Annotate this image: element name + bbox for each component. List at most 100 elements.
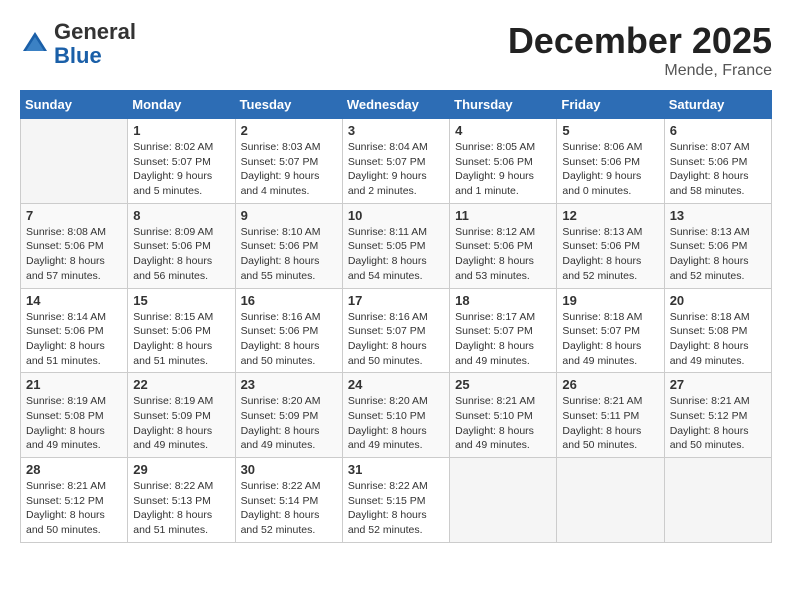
calendar-cell: 10 Sunrise: 8:11 AM Sunset: 5:05 PM Dayli… <box>342 203 449 288</box>
day-info: Sunrise: 8:03 AM Sunset: 5:07 PM Dayligh… <box>241 140 337 199</box>
calendar-cell: 7 Sunrise: 8:08 AM Sunset: 5:06 PM Daylig… <box>21 203 128 288</box>
day-info: Sunrise: 8:18 AM Sunset: 5:07 PM Dayligh… <box>562 310 658 369</box>
day-number: 19 <box>562 293 658 308</box>
logo-icon <box>20 29 50 59</box>
calendar-cell: 6Sunrise: 8:07 AM Sunset: 5:06 PM Daylig… <box>664 119 771 204</box>
day-info: Sunrise: 8:22 AM Sunset: 5:13 PM Dayligh… <box>133 479 229 538</box>
month-title: December 2025 <box>508 20 772 62</box>
day-number: 18 <box>455 293 551 308</box>
calendar-cell: 12 Sunrise: 8:13 AM Sunset: 5:06 PM Dayli… <box>557 203 664 288</box>
calendar-header-row: SundayMondayTuesdayWednesdayThursdayFrid… <box>21 91 772 119</box>
day-info: Sunrise: 8:13 AM Sunset: 5:06 PM Dayligh… <box>670 225 766 284</box>
col-header-saturday: Saturday <box>664 91 771 119</box>
day-info: Sunrise: 8:07 AM Sunset: 5:06 PM Dayligh… <box>670 140 766 199</box>
day-number: 9 <box>241 208 337 223</box>
day-info: Sunrise: 8:21 AM Sunset: 5:12 PM Dayligh… <box>26 479 122 538</box>
calendar-cell <box>21 119 128 204</box>
day-info: Sunrise: 8:11 AM Sunset: 5:05 PM Dayligh… <box>348 225 444 284</box>
day-number: 13 <box>670 208 766 223</box>
day-info: Sunrise: 8:19 AM Sunset: 5:08 PM Dayligh… <box>26 394 122 453</box>
calendar-week-5: 28Sunrise: 8:21 AM Sunset: 5:12 PM Dayli… <box>21 458 772 543</box>
calendar-cell: 16 Sunrise: 8:16 AM Sunset: 5:06 PM Dayli… <box>235 288 342 373</box>
calendar-cell: 13 Sunrise: 8:13 AM Sunset: 5:06 PM Dayli… <box>664 203 771 288</box>
calendar-week-4: 21 Sunrise: 8:19 AM Sunset: 5:08 PM Dayli… <box>21 373 772 458</box>
day-number: 5 <box>562 123 658 138</box>
day-number: 1 <box>133 123 229 138</box>
day-number: 7 <box>26 208 122 223</box>
calendar-cell: 3Sunrise: 8:04 AM Sunset: 5:07 PM Daylig… <box>342 119 449 204</box>
logo-general-text: General <box>54 19 136 44</box>
calendar-cell: 22Sunrise: 8:19 AM Sunset: 5:09 PM Dayli… <box>128 373 235 458</box>
day-info: Sunrise: 8:18 AM Sunset: 5:08 PM Dayligh… <box>670 310 766 369</box>
calendar-cell: 31 Sunrise: 8:22 AM Sunset: 5:15 PM Dayli… <box>342 458 449 543</box>
day-number: 16 <box>241 293 337 308</box>
day-number: 24 <box>348 377 444 392</box>
day-info: Sunrise: 8:08 AM Sunset: 5:06 PM Dayligh… <box>26 225 122 284</box>
day-number: 4 <box>455 123 551 138</box>
day-info: Sunrise: 8:10 AM Sunset: 5:06 PM Dayligh… <box>241 225 337 284</box>
calendar-cell: 24Sunrise: 8:20 AM Sunset: 5:10 PM Dayli… <box>342 373 449 458</box>
day-info: Sunrise: 8:05 AM Sunset: 5:06 PM Dayligh… <box>455 140 551 199</box>
calendar-cell: 18 Sunrise: 8:17 AM Sunset: 5:07 PM Dayli… <box>450 288 557 373</box>
day-number: 12 <box>562 208 658 223</box>
day-number: 26 <box>562 377 658 392</box>
calendar-cell: 27Sunrise: 8:21 AM Sunset: 5:12 PM Dayli… <box>664 373 771 458</box>
col-header-wednesday: Wednesday <box>342 91 449 119</box>
day-info: Sunrise: 8:13 AM Sunset: 5:06 PM Dayligh… <box>562 225 658 284</box>
day-number: 30 <box>241 462 337 477</box>
day-number: 31 <box>348 462 444 477</box>
day-info: Sunrise: 8:19 AM Sunset: 5:09 PM Dayligh… <box>133 394 229 453</box>
day-info: Sunrise: 8:06 AM Sunset: 5:06 PM Dayligh… <box>562 140 658 199</box>
day-number: 10 <box>348 208 444 223</box>
logo-blue-text: Blue <box>54 43 102 68</box>
calendar-cell: 14 Sunrise: 8:14 AM Sunset: 5:06 PM Dayli… <box>21 288 128 373</box>
day-number: 23 <box>241 377 337 392</box>
calendar-cell: 8Sunrise: 8:09 AM Sunset: 5:06 PM Daylig… <box>128 203 235 288</box>
calendar-week-3: 14 Sunrise: 8:14 AM Sunset: 5:06 PM Dayli… <box>21 288 772 373</box>
calendar-week-2: 7 Sunrise: 8:08 AM Sunset: 5:06 PM Daylig… <box>21 203 772 288</box>
col-header-tuesday: Tuesday <box>235 91 342 119</box>
calendar-cell <box>450 458 557 543</box>
day-info: Sunrise: 8:20 AM Sunset: 5:09 PM Dayligh… <box>241 394 337 453</box>
day-info: Sunrise: 8:16 AM Sunset: 5:07 PM Dayligh… <box>348 310 444 369</box>
day-info: Sunrise: 8:21 AM Sunset: 5:11 PM Dayligh… <box>562 394 658 453</box>
calendar-cell: 15Sunrise: 8:15 AM Sunset: 5:06 PM Dayli… <box>128 288 235 373</box>
calendar-cell: 17 Sunrise: 8:16 AM Sunset: 5:07 PM Dayli… <box>342 288 449 373</box>
day-info: Sunrise: 8:12 AM Sunset: 5:06 PM Dayligh… <box>455 225 551 284</box>
calendar-cell: 4 Sunrise: 8:05 AM Sunset: 5:06 PM Daylig… <box>450 119 557 204</box>
calendar-cell: 2 Sunrise: 8:03 AM Sunset: 5:07 PM Daylig… <box>235 119 342 204</box>
day-number: 21 <box>26 377 122 392</box>
day-number: 11 <box>455 208 551 223</box>
logo: General Blue <box>20 20 136 68</box>
calendar-cell: 1 Sunrise: 8:02 AM Sunset: 5:07 PM Daylig… <box>128 119 235 204</box>
calendar-cell: 25Sunrise: 8:21 AM Sunset: 5:10 PM Dayli… <box>450 373 557 458</box>
day-info: Sunrise: 8:14 AM Sunset: 5:06 PM Dayligh… <box>26 310 122 369</box>
day-number: 2 <box>241 123 337 138</box>
day-info: Sunrise: 8:22 AM Sunset: 5:14 PM Dayligh… <box>241 479 337 538</box>
calendar-week-1: 1 Sunrise: 8:02 AM Sunset: 5:07 PM Daylig… <box>21 119 772 204</box>
day-info: Sunrise: 8:21 AM Sunset: 5:10 PM Dayligh… <box>455 394 551 453</box>
col-header-monday: Monday <box>128 91 235 119</box>
col-header-thursday: Thursday <box>450 91 557 119</box>
page-header: General Blue December 2025 Mende, France <box>20 20 772 80</box>
day-number: 29 <box>133 462 229 477</box>
day-info: Sunrise: 8:17 AM Sunset: 5:07 PM Dayligh… <box>455 310 551 369</box>
calendar-cell: 28Sunrise: 8:21 AM Sunset: 5:12 PM Dayli… <box>21 458 128 543</box>
day-info: Sunrise: 8:02 AM Sunset: 5:07 PM Dayligh… <box>133 140 229 199</box>
calendar-cell: 5 Sunrise: 8:06 AM Sunset: 5:06 PM Daylig… <box>557 119 664 204</box>
location-title: Mende, France <box>508 62 772 80</box>
calendar-cell: 11 Sunrise: 8:12 AM Sunset: 5:06 PM Dayli… <box>450 203 557 288</box>
day-info: Sunrise: 8:16 AM Sunset: 5:06 PM Dayligh… <box>241 310 337 369</box>
calendar-cell: 26 Sunrise: 8:21 AM Sunset: 5:11 PM Dayli… <box>557 373 664 458</box>
title-block: December 2025 Mende, France <box>508 20 772 80</box>
calendar-cell: 21 Sunrise: 8:19 AM Sunset: 5:08 PM Dayli… <box>21 373 128 458</box>
calendar-cell <box>557 458 664 543</box>
day-number: 27 <box>670 377 766 392</box>
day-number: 17 <box>348 293 444 308</box>
calendar-cell <box>664 458 771 543</box>
day-number: 20 <box>670 293 766 308</box>
calendar-cell: 29 Sunrise: 8:22 AM Sunset: 5:13 PM Dayli… <box>128 458 235 543</box>
col-header-sunday: Sunday <box>21 91 128 119</box>
day-info: Sunrise: 8:22 AM Sunset: 5:15 PM Dayligh… <box>348 479 444 538</box>
day-number: 14 <box>26 293 122 308</box>
